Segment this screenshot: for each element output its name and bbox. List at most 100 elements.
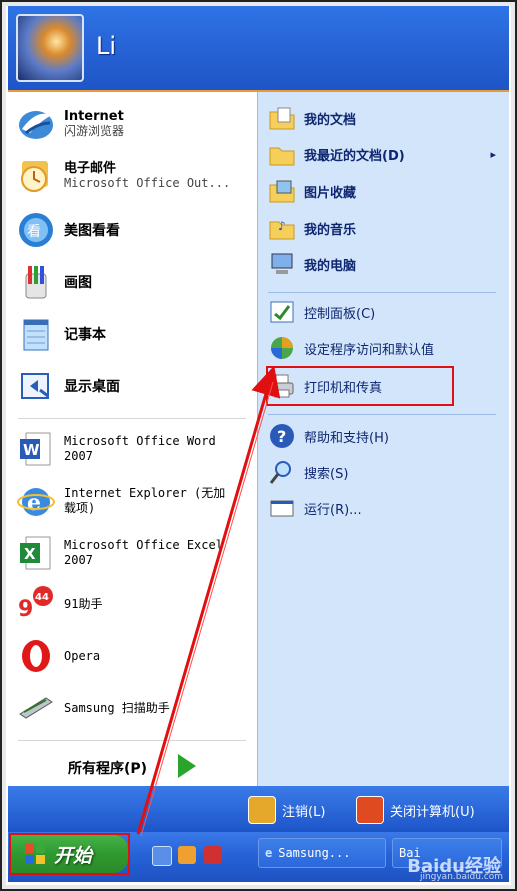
pinned-email-subtitle: Microsoft Office Out... — [64, 175, 231, 190]
program-item-samsung-scan[interactable]: Samsung 扫描助手 — [16, 686, 252, 730]
user-name: Li — [96, 32, 117, 60]
power-icon — [356, 796, 384, 824]
right-item-help[interactable]: ? 帮助和支持(H) — [268, 422, 504, 450]
right-separator-1 — [268, 292, 496, 293]
quicklaunch-tool-icon[interactable] — [204, 846, 222, 864]
ie-task-icon: e — [265, 846, 273, 860]
all-programs-arrow-icon[interactable] — [178, 754, 196, 778]
svg-text:♪: ♪ — [278, 219, 286, 233]
my-pictures-label: 图片收藏 — [304, 185, 357, 201]
svg-text:9: 9 — [18, 597, 33, 622]
svg-text:X: X — [24, 545, 36, 563]
start-menu-footer: 注销(L) 关闭计算机(U) — [8, 786, 509, 832]
scanner-icon — [16, 688, 56, 728]
recent-item-notepad[interactable]: 记事本 — [16, 312, 252, 356]
right-item-my-pictures[interactable]: 图片收藏 — [268, 177, 504, 205]
key-icon — [248, 796, 276, 824]
right-item-run[interactable]: 运行(R)... — [268, 494, 504, 522]
task-samsung-label: Samsung... — [278, 846, 351, 860]
program-item-opera[interactable]: Opera — [16, 634, 252, 678]
pinned-item-email[interactable]: 电子邮件 Microsoft Office Out... — [16, 152, 252, 198]
ie-icon: e — [16, 481, 56, 521]
program-word-line1: Microsoft Office Word — [64, 434, 216, 448]
left-pane: Internet 闪游浏览器 电子邮件 Microsoft Office Out… — [8, 92, 257, 786]
watermark-url: jingyan.baidu.com — [419, 872, 503, 882]
recent-item-paint[interactable]: 画图 — [16, 260, 252, 304]
my-documents-label: 我的文档 — [304, 112, 357, 128]
pinned-item-internet[interactable]: Internet 闪游浏览器 — [16, 100, 252, 146]
right-item-program-defaults[interactable]: 设定程序访问和默认值 — [268, 334, 504, 362]
program-defaults-label: 设定程序访问和默认值 — [304, 342, 435, 358]
taskbar-button-samsung[interactable]: e Samsung... — [258, 838, 386, 868]
right-item-my-computer[interactable]: 我的电脑 — [268, 250, 504, 278]
my-computer-label: 我的电脑 — [304, 258, 357, 274]
right-separator-2 — [268, 414, 496, 415]
program-samsung-scan-label: Samsung 扫描助手 — [64, 700, 170, 715]
recent-paint-label: 画图 — [64, 275, 92, 291]
outlook-icon — [16, 155, 56, 195]
pinned-internet-subtitle: 闪游浏览器 — [64, 123, 125, 138]
right-item-my-documents[interactable]: 我的文档 — [268, 104, 504, 132]
notepad-icon — [16, 314, 56, 354]
start-menu: Li Internet 闪游浏览器 电子邮件 Microsoft Office … — [8, 6, 509, 882]
program-item-ie[interactable]: e Internet Explorer (无加 载项) — [16, 478, 252, 524]
left-separator — [18, 418, 246, 419]
search-label: 搜索(S) — [304, 466, 349, 482]
program-item-91[interactable]: 9 44 91助手 — [16, 582, 252, 626]
recent-documents-icon — [268, 140, 296, 168]
program-defaults-icon — [268, 334, 296, 362]
svg-text:e: e — [27, 490, 41, 516]
recent-meitu-label: 美图看看 — [64, 223, 120, 239]
my-pictures-icon — [268, 177, 296, 205]
right-item-my-music[interactable]: ♪ 我的音乐 — [268, 214, 504, 242]
svg-text:?: ? — [277, 427, 286, 446]
search-icon — [268, 458, 296, 486]
control-panel-label: 控制面板(C) — [304, 306, 376, 322]
opera-icon — [16, 636, 56, 676]
program-ie-line2: 载项) — [64, 501, 96, 515]
meitu-viewer-icon: 看 — [16, 210, 56, 250]
my-music-label: 我的音乐 — [304, 222, 357, 238]
program-item-word[interactable]: W Microsoft Office Word 2007 — [16, 426, 252, 472]
right-item-search[interactable]: 搜索(S) — [268, 458, 504, 486]
program-91-label: 91助手 — [64, 596, 103, 611]
recent-show-desktop-label: 显示桌面 — [64, 379, 120, 395]
assistant-91-icon: 9 44 — [16, 584, 56, 624]
svg-text:看: 看 — [27, 224, 41, 240]
svg-text:W: W — [23, 441, 40, 459]
program-excel-line2: 2007 — [64, 553, 93, 567]
printers-fax-highlight-box — [266, 366, 454, 406]
browser-bird-icon — [16, 103, 56, 143]
logoff-button[interactable]: 注销(L) — [248, 796, 325, 824]
pinned-email-title: 电子邮件 — [64, 160, 117, 176]
logoff-label: 注销(L) — [282, 804, 326, 820]
recent-item-meitu[interactable]: 看 美图看看 — [16, 208, 252, 252]
submenu-arrow-icon: ▸ — [490, 147, 496, 161]
recent-documents-label: 我最近的文档(D) — [304, 148, 405, 164]
control-panel-icon — [268, 298, 296, 326]
quicklaunch-desktop-icon[interactable] — [152, 846, 172, 866]
program-excel-line1: Microsoft Office Excel — [64, 538, 223, 552]
user-avatar[interactable] — [16, 14, 84, 82]
show-desktop-icon — [16, 366, 56, 406]
start-menu-header: Li — [8, 6, 509, 92]
taskbar: 开始 e Samsung... Bai Baidu经验 jingyan.baid… — [8, 832, 509, 882]
run-label: 运行(R)... — [304, 502, 362, 518]
my-music-icon: ♪ — [268, 214, 296, 242]
start-button-highlight-box — [9, 833, 130, 875]
excel-icon: X — [16, 533, 56, 573]
recent-item-show-desktop[interactable]: 显示桌面 — [16, 364, 252, 408]
right-item-control-panel[interactable]: 控制面板(C) — [268, 298, 504, 326]
right-item-recent-docs[interactable]: 我最近的文档(D) ▸ — [268, 140, 504, 168]
program-ie-line1: Internet Explorer (无加 — [64, 486, 226, 500]
right-pane: 我的文档 我最近的文档(D) ▸ 图片收藏 ♪ 我的音乐 我的电脑 控制面板(C… — [257, 92, 509, 786]
program-opera-label: Opera — [64, 648, 101, 663]
word-icon: W — [16, 429, 56, 469]
quicklaunch-app-icon[interactable] — [178, 846, 196, 864]
run-icon — [268, 494, 296, 522]
program-item-excel[interactable]: X Microsoft Office Excel 2007 — [16, 530, 252, 576]
all-programs-button[interactable]: 所有程序(P) — [68, 758, 147, 778]
help-label: 帮助和支持(H) — [304, 430, 389, 446]
recent-notepad-label: 记事本 — [64, 327, 106, 343]
shutdown-button[interactable]: 关闭计算机(U) — [356, 796, 475, 824]
